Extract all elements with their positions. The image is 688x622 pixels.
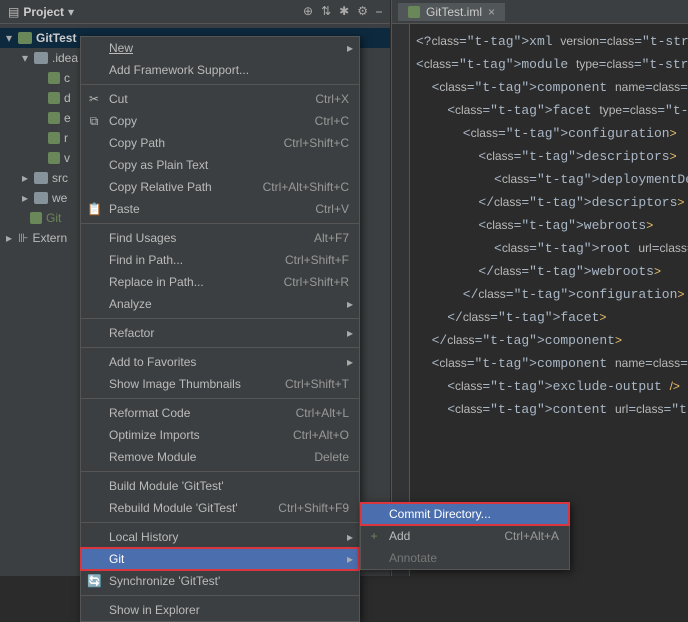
menu-copy[interactable]: ⧉CopyCtrl+C bbox=[81, 110, 359, 132]
menu-copy-relative[interactable]: Copy Relative PathCtrl+Alt+Shift+C bbox=[81, 176, 359, 198]
xml-icon bbox=[48, 92, 60, 104]
menu-show-explorer[interactable]: Show in Explorer bbox=[81, 599, 359, 621]
chevron-right-icon: ▸ bbox=[347, 326, 353, 340]
copy-icon: ⧉ bbox=[87, 114, 101, 129]
menu-add-favorites[interactable]: Add to Favorites▸ bbox=[81, 351, 359, 373]
dropdown-icon[interactable]: ▾ bbox=[68, 5, 74, 19]
menu-rebuild-module[interactable]: Rebuild Module 'GitTest'Ctrl+Shift+F9 bbox=[81, 497, 359, 519]
library-icon: ⊪ bbox=[18, 231, 28, 245]
menu-separator bbox=[81, 471, 359, 472]
gear-icon[interactable]: ⚙ bbox=[357, 4, 368, 19]
menu-copy-path[interactable]: Copy PathCtrl+Shift+C bbox=[81, 132, 359, 154]
project-title: Project bbox=[23, 5, 64, 19]
star-icon[interactable]: ✱ bbox=[339, 4, 349, 19]
menu-build-module[interactable]: Build Module 'GitTest' bbox=[81, 475, 359, 497]
editor-tabbar: GitTest.iml × bbox=[392, 0, 688, 24]
context-menu: New▸ Add Framework Support... ✂CutCtrl+X… bbox=[80, 36, 360, 622]
project-header: ▤ Project ▾ ⊕ ⇅ ✱ ⚙ ⎯ bbox=[0, 0, 390, 24]
menu-find-in-path[interactable]: Find in Path...Ctrl+Shift+F bbox=[81, 249, 359, 271]
project-tool-icon: ▤ bbox=[8, 5, 19, 19]
menu-show-thumbnails[interactable]: Show Image ThumbnailsCtrl+Shift+T bbox=[81, 373, 359, 395]
menu-synchronize[interactable]: 🔄Synchronize 'GitTest' bbox=[81, 570, 359, 592]
xml-icon bbox=[48, 112, 60, 124]
sort-icon[interactable]: ⇅ bbox=[321, 4, 331, 19]
cut-icon: ✂ bbox=[87, 92, 101, 106]
menu-separator bbox=[81, 223, 359, 224]
folder-icon bbox=[34, 192, 48, 204]
menu-replace-in-path[interactable]: Replace in Path...Ctrl+Shift+R bbox=[81, 271, 359, 293]
folder-icon bbox=[34, 172, 48, 184]
folder-icon bbox=[34, 52, 48, 64]
menu-git[interactable]: Git▸ bbox=[81, 548, 359, 570]
chevron-right-icon: ▸ bbox=[347, 41, 353, 55]
submenu-annotate: Annotate bbox=[361, 547, 569, 569]
close-tab-icon[interactable]: × bbox=[488, 5, 495, 19]
editor-gutter[interactable] bbox=[392, 24, 410, 576]
menu-separator bbox=[81, 522, 359, 523]
submenu-add[interactable]: +AddCtrl+Alt+A bbox=[361, 525, 569, 547]
menu-paste[interactable]: 📋PasteCtrl+V bbox=[81, 198, 359, 220]
paste-icon: 📋 bbox=[87, 202, 101, 216]
menu-new[interactable]: New▸ bbox=[81, 37, 359, 59]
sync-icon: 🔄 bbox=[87, 574, 101, 588]
menu-find-usages[interactable]: Find UsagesAlt+F7 bbox=[81, 227, 359, 249]
chevron-right-icon: ▸ bbox=[347, 355, 353, 369]
editor-tab[interactable]: GitTest.iml × bbox=[398, 3, 505, 21]
menu-separator bbox=[81, 84, 359, 85]
menu-separator bbox=[81, 398, 359, 399]
add-icon: + bbox=[367, 529, 381, 543]
chevron-right-icon: ▸ bbox=[347, 530, 353, 544]
menu-optimize-imports[interactable]: Optimize ImportsCtrl+Alt+O bbox=[81, 424, 359, 446]
menu-remove-module[interactable]: Remove ModuleDelete bbox=[81, 446, 359, 468]
chevron-right-icon: ▸ bbox=[347, 297, 353, 311]
menu-separator bbox=[81, 318, 359, 319]
xml-icon bbox=[408, 6, 420, 18]
xml-icon bbox=[48, 132, 60, 144]
xml-icon bbox=[30, 212, 42, 224]
menu-copy-plain[interactable]: Copy as Plain Text bbox=[81, 154, 359, 176]
header-icons: ⊕ ⇅ ✱ ⚙ ⎯ bbox=[303, 4, 382, 19]
minimize-icon[interactable]: ⎯ bbox=[376, 4, 382, 19]
editor-panel: GitTest.iml × <?class="t-tag">xml versio… bbox=[391, 0, 688, 576]
submenu-commit-directory[interactable]: Commit Directory... bbox=[361, 503, 569, 525]
menu-analyze[interactable]: Analyze▸ bbox=[81, 293, 359, 315]
menu-add-framework[interactable]: Add Framework Support... bbox=[81, 59, 359, 81]
xml-icon bbox=[48, 152, 60, 164]
git-submenu: Commit Directory... +AddCtrl+Alt+A Annot… bbox=[360, 502, 570, 570]
xml-icon bbox=[48, 72, 60, 84]
module-icon bbox=[18, 32, 32, 44]
menu-separator bbox=[81, 595, 359, 596]
chevron-right-icon: ▸ bbox=[347, 552, 353, 566]
target-icon[interactable]: ⊕ bbox=[303, 4, 313, 19]
code-area[interactable]: <?class="t-tag">xml version=class="t-str… bbox=[392, 24, 688, 427]
menu-reformat[interactable]: Reformat CodeCtrl+Alt+L bbox=[81, 402, 359, 424]
menu-refactor[interactable]: Refactor▸ bbox=[81, 322, 359, 344]
menu-local-history[interactable]: Local History▸ bbox=[81, 526, 359, 548]
menu-separator bbox=[81, 347, 359, 348]
menu-cut[interactable]: ✂CutCtrl+X bbox=[81, 88, 359, 110]
